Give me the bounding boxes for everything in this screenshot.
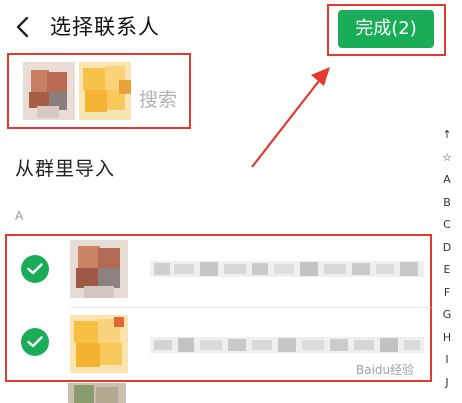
index-item[interactable]: B — [437, 192, 457, 215]
annotation-arrow — [251, 67, 330, 168]
alphabet-index-bar[interactable]: ↑ ☆ A B C D E F G H I J — [437, 124, 457, 394]
selected-avatar[interactable] — [79, 62, 131, 120]
page-title: 选择联系人 — [50, 15, 160, 39]
chevron-left-icon[interactable] — [12, 15, 36, 39]
contact-name — [150, 261, 424, 277]
section-letter: A — [15, 209, 24, 223]
index-item[interactable]: ☆ — [437, 147, 457, 170]
index-item[interactable]: F — [437, 282, 457, 305]
index-item[interactable]: J — [437, 372, 457, 395]
avatar — [70, 240, 128, 298]
avatar — [68, 383, 126, 403]
import-from-group-heading[interactable]: 从群里导入 — [15, 154, 115, 181]
checkmark-icon[interactable] — [21, 328, 49, 356]
list-item[interactable] — [7, 238, 431, 308]
row-divider — [70, 307, 431, 308]
watermark: Baidu经验 — [356, 363, 415, 377]
index-item[interactable]: D — [437, 237, 457, 260]
index-item[interactable]: H — [437, 327, 457, 350]
index-item[interactable]: C — [437, 214, 457, 237]
contact-name — [150, 337, 424, 353]
checkmark-icon[interactable] — [21, 255, 49, 283]
index-item[interactable]: G — [437, 304, 457, 327]
search-placeholder[interactable]: 搜索 — [139, 85, 177, 112]
index-item[interactable]: A — [437, 169, 457, 192]
selected-avatar[interactable] — [23, 62, 75, 120]
index-item[interactable]: I — [437, 349, 457, 372]
index-item[interactable]: ↑ — [437, 124, 457, 147]
avatar — [70, 315, 128, 373]
done-button[interactable]: 完成(2) — [338, 10, 434, 48]
index-item[interactable]: E — [437, 259, 457, 282]
